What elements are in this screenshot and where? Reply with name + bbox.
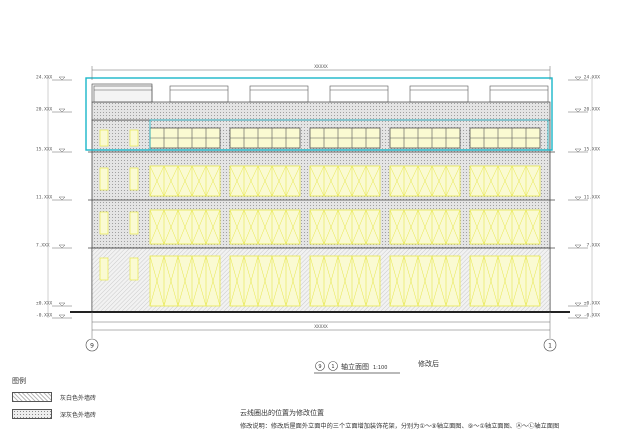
revision-status: 修改后	[418, 359, 439, 368]
trellis-frame	[249, 85, 309, 103]
top-dimension: XXXXX	[314, 64, 328, 70]
window-bay	[389, 209, 461, 245]
svg-text:1: 1	[331, 364, 334, 370]
window-bay	[229, 127, 301, 149]
level-marks-left: 24.XXX 20.XXX 15.XXX 11.XXX 7.XXX ±0.XXX -0.XX…	[36, 75, 72, 319]
level-mark: 24.XXX	[568, 75, 600, 81]
window-bay	[149, 127, 221, 149]
window-bay	[469, 165, 541, 197]
level-mark: 15.XXX	[568, 147, 600, 153]
window-bay	[389, 255, 461, 307]
window-bay	[149, 165, 221, 197]
window-bay	[309, 255, 381, 307]
elevation-drawing: XXXXX XXXXX 9 1 24.XXX 20.XXX 15.XXX 11.XXX…	[36, 64, 600, 374]
level-label: 20.XXX	[36, 107, 53, 113]
level-mark: 15.XXX	[36, 147, 72, 153]
level-mark: 24.XXX	[36, 75, 72, 81]
axis-label-left: 9	[90, 343, 94, 350]
roof-parapet	[91, 101, 551, 121]
drawing-title: 9 1 轴立面图 1:100 修改后	[314, 359, 439, 374]
level-label: ±0.XXX	[36, 301, 53, 307]
window-bay	[389, 127, 461, 149]
level-mark: 7.XXX	[36, 243, 72, 249]
note-cloud: 云线圈出的位置为修改位置	[240, 409, 324, 417]
window-bay	[309, 127, 381, 149]
window-bay	[309, 165, 381, 197]
legend-label-dark: 深灰色外墙砖	[60, 411, 97, 419]
level-label: 24.XXX	[36, 75, 53, 81]
level-mark: 20.XXX	[568, 107, 600, 113]
trellis-frame	[409, 85, 469, 103]
legend-heading: 图例	[12, 377, 26, 385]
level-mark: 11.XXX	[36, 195, 72, 201]
window-bay	[229, 255, 301, 307]
bottom-dimension: XXXXX	[314, 324, 328, 330]
level-marks-right: 24.XXX 20.XXX 15.XXX 11.XXX 7.XXX ±0.XXX -0.XX…	[568, 75, 600, 319]
level-label: 11.XXX	[36, 195, 53, 201]
window-bay	[309, 209, 381, 245]
window-bay	[469, 209, 541, 245]
level-mark: ±0.XXX	[36, 301, 72, 307]
note-revision: 修改说明：修改后屋面外立面中的三个立面增加装饰花架，分别为①～⑨轴立面图、⑨～①…	[240, 423, 560, 430]
level-mark: 20.XXX	[36, 107, 72, 113]
window-bay	[389, 165, 461, 197]
level-mark: 7.XXX	[568, 243, 600, 249]
window-bay	[469, 127, 541, 149]
legend-item-dark: 深灰色外墙砖	[12, 409, 96, 419]
window-bay	[229, 209, 301, 245]
window-bay	[149, 255, 221, 307]
level-mark: ±0.XXX	[568, 301, 600, 307]
title-scale: 1:100	[373, 365, 387, 371]
trellis-frame	[169, 85, 229, 103]
stair-tower	[91, 83, 153, 103]
legend-label-light: 灰白色外墙砖	[60, 394, 97, 402]
level-label: 7.XXX	[586, 243, 600, 249]
swatch-light-brick	[12, 392, 52, 402]
level-mark: -0.XXX	[568, 313, 600, 319]
trellis-frame	[329, 85, 389, 103]
level-label: 7.XXX	[36, 243, 50, 249]
level-mark: 11.XXX	[568, 195, 600, 201]
swatch-dark-brick	[12, 409, 52, 419]
svg-text:9: 9	[318, 364, 321, 370]
axis-label-right: 1	[548, 343, 552, 350]
legend-item-light: 灰白色外墙砖	[12, 392, 96, 402]
level-label: -0.XXX	[36, 313, 53, 319]
window-bay	[469, 255, 541, 307]
level-mark: -0.XXX	[36, 313, 72, 319]
window-bay	[229, 165, 301, 197]
window-bay	[149, 209, 221, 245]
title-text: 轴立面图	[341, 362, 369, 371]
trellis-frame	[489, 85, 549, 103]
roof-trellis	[93, 85, 549, 103]
level-label: 15.XXX	[36, 147, 53, 153]
